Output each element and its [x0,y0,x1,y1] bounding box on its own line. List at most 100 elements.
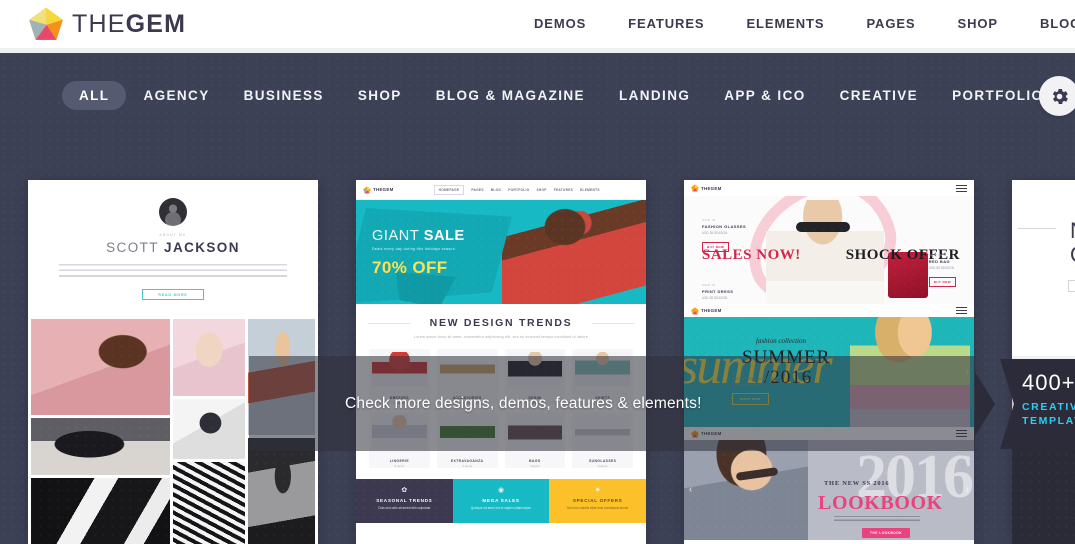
slider-prev-arrow[interactable]: ‹ [689,485,692,495]
card2-brand-text: THEGEM [373,187,394,192]
card3-mini-header-2: THEGEM [684,304,974,317]
hero-model-photo [502,200,646,304]
product-count: 2 items [462,464,472,468]
tag-icon: ◉ [497,487,505,494]
card3-logo: THEGEM [691,184,722,192]
badge-number: 400+ [1022,370,1075,395]
card4-heading-1: N [1070,218,1075,244]
hero-title-light: GIANT [372,228,424,244]
card3-slide-sales: SALES NOW! SHOCK OFFER NEW IN FASHION GL… [684,196,974,304]
leaf-icon: ✿ [401,487,408,494]
card2-menu-item[interactable]: HOMEPAGE [433,184,465,195]
theme-settings-button[interactable] [1039,76,1075,116]
feature-block-mega-sales[interactable]: ◉ MEGA SALES Quisque sit amet est et sap… [452,479,550,523]
filter-item-agency[interactable]: AGENCY [126,81,226,110]
gem-pentagon-logo-icon [363,185,371,194]
lookbook-title: LOOKBOOK [818,492,943,514]
nav-item-blog[interactable]: BLOG [1019,0,1075,48]
filter-item-all[interactable]: ALL [62,80,127,110]
gear-icon [1052,88,1068,104]
cta-overlay-text: Check more designs, demos, features & el… [345,394,702,412]
filter-item-business[interactable]: BUSINESS [227,81,341,110]
card2-hero-title: GIANT SALE [372,228,465,244]
nav-item-demos[interactable]: DEMOS [513,0,607,48]
card1-header: ABOUT ME SCOTT JACKSON READ MORE [28,180,318,310]
photo-thumb [173,462,245,544]
demo-filter-list: ALL AGENCY BUSINESS SHOP BLOG & MAGAZINE… [62,80,1075,110]
card2-mini-menu: HOMEPAGE PAGES BLOG PORTFOLIO SHOP FEATU… [433,184,600,195]
cta-overlay-band: Check more designs, demos, features & el… [249,356,975,451]
nav-item-pages[interactable]: PAGES [845,0,936,48]
card2-menu-item[interactable]: PORTFOLIO [508,188,529,192]
tag-kicker: NEW IN [702,283,716,287]
gem-pentagon-logo-icon [691,184,699,192]
nav-item-shop[interactable]: SHOP [937,0,1019,48]
card4-button[interactable]: VIEW [1068,280,1075,292]
card2-menu-item[interactable]: ELEMENTS [580,188,600,192]
product-tag-right[interactable]: NEW IN RED BAG USD 85 SEASON BUY NOW [928,253,956,288]
lookbook-kicker: THE NEW SS 2016 [824,480,890,487]
feature-block-special-offers[interactable]: ✷ SPECIAL OFFERS Sed non mauris vitae er… [549,479,646,523]
card1-last-name: JACKSON [164,240,240,255]
main-navigation: DEMOS FEATURES ELEMENTS PAGES SHOP BLOG … [513,0,1075,48]
card4-heading-2: O [1070,242,1075,268]
feature-desc: Duis sed odio sit amet nibh vulputate [378,506,431,510]
photo-thumb [173,319,245,396]
demo-filter-bar: ALL AGENCY BUSINESS SHOP BLOG & MAGAZINE… [0,53,1075,137]
photo-thumb [31,418,170,475]
product-label: LINGERIE [389,459,409,463]
model-photo [684,440,808,540]
card2-menu-item[interactable]: FEATURES [554,188,573,192]
product-tag-left[interactable]: NEW IN FASHION GLASSES USD 35 SEASON BUY… [702,218,746,253]
lookbook-button[interactable]: THE LOOKBOOK [862,528,911,538]
feature-title: SEASONAL TRENDS [376,498,433,503]
card2-logo: THEGEM [363,185,394,194]
card2-menu-item[interactable]: BLOG [491,188,501,192]
photo-thumb [173,399,245,459]
filter-item-shop[interactable]: SHOP [341,81,419,110]
product-count: 4 items [530,464,540,468]
demo-gallery-page: THEGEM DEMOS FEATURES ELEMENTS PAGES SHO… [0,0,1075,544]
card2-section-title: NEW DESIGN TRENDS [356,317,646,329]
header-underline [0,48,1075,53]
tag-buy-button[interactable]: BUY NOW [928,277,956,287]
feature-block-seasonal-trends[interactable]: ✿ SEASONAL TRENDS Duis sed odio sit amet… [356,479,453,523]
hamburger-menu-icon[interactable] [956,183,967,194]
card3-slide-lookbook: 2016 THE NEW SS 2016 LOOKBOOK THE LOOKBO… [684,440,974,540]
tag-buy-button[interactable]: BUY NOW [702,242,730,252]
card1-title: SCOTT JACKSON [44,240,302,255]
site-logo-text: THEGEM [72,9,186,38]
card3-logo-2: THEGEM [691,306,722,315]
feature-title: SPECIAL OFFERS [572,498,623,503]
product-count: 3 items [597,464,608,468]
logo-text-light: THE [72,9,126,38]
slider-next-arrow[interactable]: › [966,485,969,495]
card1-paragraph [59,264,287,281]
tag-kicker: NEW IN [702,218,716,222]
card1-read-more-button[interactable]: READ MORE [142,289,204,300]
site-header: THEGEM DEMOS FEATURES ELEMENTS PAGES SHO… [0,0,1075,48]
card1-eyebrow: ABOUT ME [159,233,187,237]
product-tag-bottom[interactable]: NEW IN PRINT DRESS USD 55 SEASON [702,283,733,300]
feature-desc: Quisque sit amet est et sapien ullamcorp… [470,506,532,510]
card2-mini-header: THEGEM HOMEPAGE PAGES BLOG PORTFOLIO SHO… [356,180,646,200]
divider [1018,228,1056,229]
badge-arrow-decoration [975,372,995,436]
site-logo[interactable]: THEGEM [28,7,186,41]
filter-item-app-ico[interactable]: APP & ICO [707,81,822,110]
lookbook-paragraph [834,516,920,523]
card3-brand-text: THEGEM [701,185,722,191]
gem-pentagon-logo-icon [28,7,64,41]
card4-mini-header [1012,180,1075,196]
filter-item-blog-magazine[interactable]: BLOG & MAGAZINE [419,81,602,110]
filter-item-creative[interactable]: CREATIVE [823,81,935,110]
card2-menu-item[interactable]: PAGES [471,188,483,192]
tag-price: USD 85 SEASON [928,266,955,270]
badge-line-1: CREATIVE [1022,401,1075,413]
hamburger-menu-icon[interactable] [956,305,967,316]
nav-item-elements[interactable]: ELEMENTS [725,0,845,48]
product-label: BAGS [529,459,541,463]
card2-menu-item[interactable]: SHOP [537,188,547,192]
nav-item-features[interactable]: FEATURES [607,0,725,48]
filter-item-landing[interactable]: LANDING [602,81,707,110]
